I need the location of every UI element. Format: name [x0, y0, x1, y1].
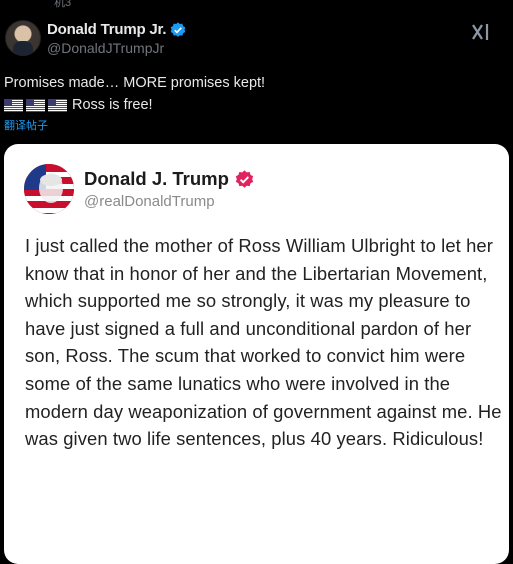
embedded-name-row: Donald J. Trump	[84, 168, 254, 190]
author-name[interactable]: Donald Trump Jr.	[47, 21, 167, 38]
post-text-line2-row: Ross is free!	[4, 94, 265, 116]
embedded-post-card[interactable]: Donald J. Trump @realDonaldTrump I just …	[4, 144, 509, 564]
post-text-line1: Promises made… MORE promises kept!	[4, 75, 266, 91]
us-flag-icon	[48, 98, 67, 112]
embedded-avatar	[24, 164, 74, 214]
top-strip-fragment: 机3	[54, 0, 72, 9]
translate-post-link[interactable]: 翻译帖子	[4, 117, 48, 133]
us-flag-icon	[4, 98, 23, 112]
us-flag-icon	[26, 98, 45, 112]
author-name-row: Donald Trump Jr.	[47, 21, 186, 38]
avatar[interactable]	[5, 20, 41, 56]
author-handle[interactable]: @DonaldJTrumpJr	[47, 40, 164, 56]
embedded-post-text: I just called the mother of Ross William…	[25, 235, 502, 450]
post-text-line2: Ross is free!	[72, 97, 153, 113]
embedded-author-name: Donald J. Trump	[84, 168, 229, 189]
verified-badge-icon	[171, 21, 186, 37]
top-strip: 机3	[0, 0, 513, 14]
post-header: Donald Trump Jr. @DonaldJTrumpJr	[0, 16, 513, 66]
post-body: Promises made… MORE promises kept! Ross …	[4, 72, 265, 116]
grok-icon[interactable]	[470, 22, 492, 42]
embedded-author-handle: @realDonaldTrump	[84, 193, 215, 210]
verified-badge-icon	[235, 169, 254, 188]
